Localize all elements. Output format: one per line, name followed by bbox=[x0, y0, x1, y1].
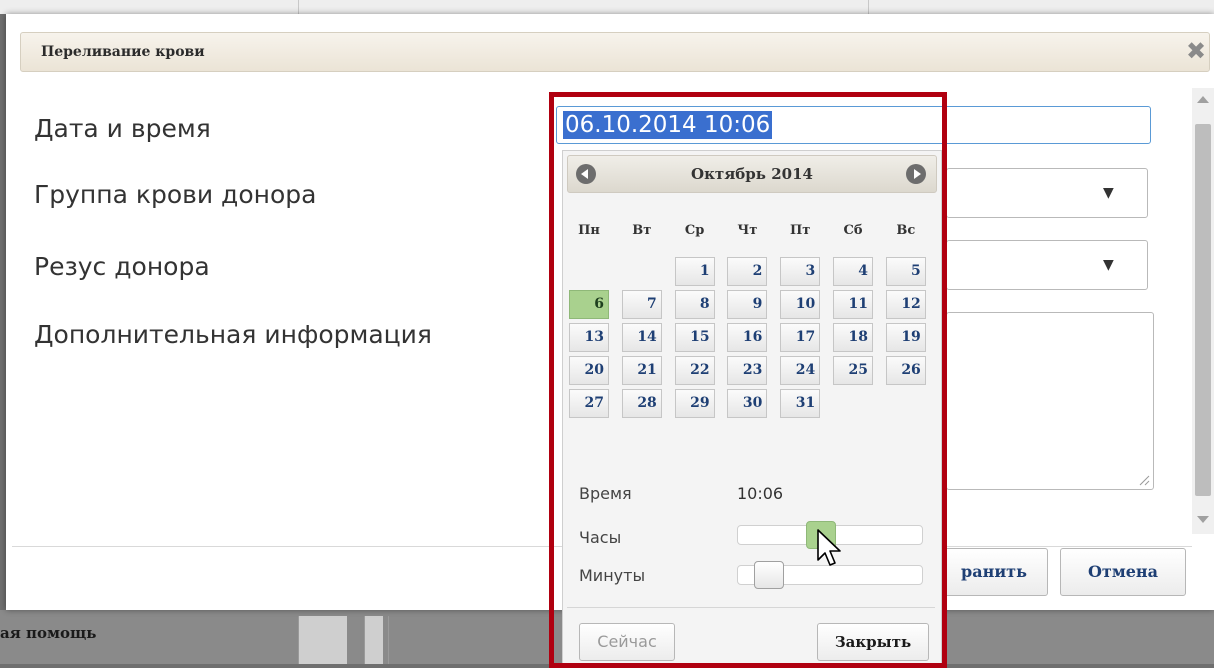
mouse-pointer-icon bbox=[817, 529, 841, 566]
background-top-bar bbox=[0, 0, 1214, 14]
donor-rhesus-select[interactable]: ▼ bbox=[946, 240, 1148, 290]
background-panel bbox=[298, 616, 347, 664]
additional-info-textarea[interactable] bbox=[946, 312, 1154, 490]
dialog-title: Переливание крови bbox=[41, 44, 205, 60]
date-time-label: Дата и время bbox=[34, 114, 211, 143]
save-button[interactable]: ранить bbox=[940, 548, 1048, 596]
scroll-down-icon[interactable] bbox=[1197, 516, 1209, 523]
background-divider bbox=[298, 0, 299, 14]
background-divider bbox=[868, 0, 869, 14]
dialog-header: Переливание крови ✖ bbox=[20, 32, 1210, 72]
chevron-down-icon: ▼ bbox=[1103, 185, 1114, 201]
close-icon[interactable]: ✖ bbox=[1186, 37, 1206, 65]
background-panel bbox=[364, 616, 383, 664]
donor-blood-group-select[interactable]: ▼ bbox=[946, 168, 1148, 218]
chevron-down-icon: ▼ bbox=[1103, 257, 1114, 273]
additional-info-label: Дополнительная информация bbox=[34, 320, 432, 349]
scroll-up-icon[interactable] bbox=[1197, 96, 1209, 103]
scroll-thumb[interactable] bbox=[1195, 124, 1211, 496]
scrollbar[interactable] bbox=[1192, 88, 1214, 534]
resize-handle-icon[interactable] bbox=[1138, 474, 1150, 486]
donor-rhesus-label: Резус донора bbox=[34, 252, 210, 281]
highlight-frame bbox=[549, 92, 947, 668]
donor-blood-group-label: Группа крови донора bbox=[34, 180, 317, 209]
background-menu-text: ая помощь bbox=[0, 624, 97, 642]
cancel-button[interactable]: Отмена bbox=[1060, 548, 1186, 596]
